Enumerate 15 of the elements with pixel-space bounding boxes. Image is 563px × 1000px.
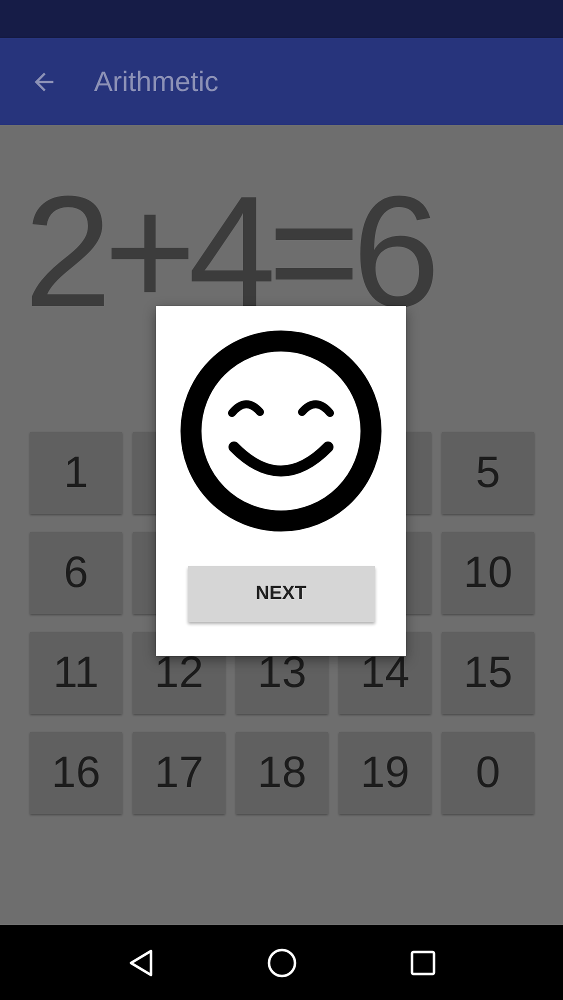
smiley-face-icon xyxy=(180,330,382,532)
app-title: Arithmetic xyxy=(94,66,218,98)
next-button[interactable]: NEXT xyxy=(188,566,374,622)
number-key[interactable]: 18 xyxy=(236,732,328,814)
number-key[interactable]: 19 xyxy=(339,732,431,814)
number-key[interactable]: 11 xyxy=(30,632,122,714)
number-key[interactable]: 15 xyxy=(442,632,534,714)
number-key[interactable]: 10 xyxy=(442,532,534,614)
home-icon[interactable] xyxy=(266,946,298,978)
number-key[interactable]: 17 xyxy=(133,732,225,814)
number-key[interactable]: 0 xyxy=(442,732,534,814)
number-key[interactable]: 1 xyxy=(30,432,122,514)
number-key[interactable]: 6 xyxy=(30,532,122,614)
number-key[interactable]: 5 xyxy=(442,432,534,514)
number-key[interactable]: 16 xyxy=(30,732,122,814)
